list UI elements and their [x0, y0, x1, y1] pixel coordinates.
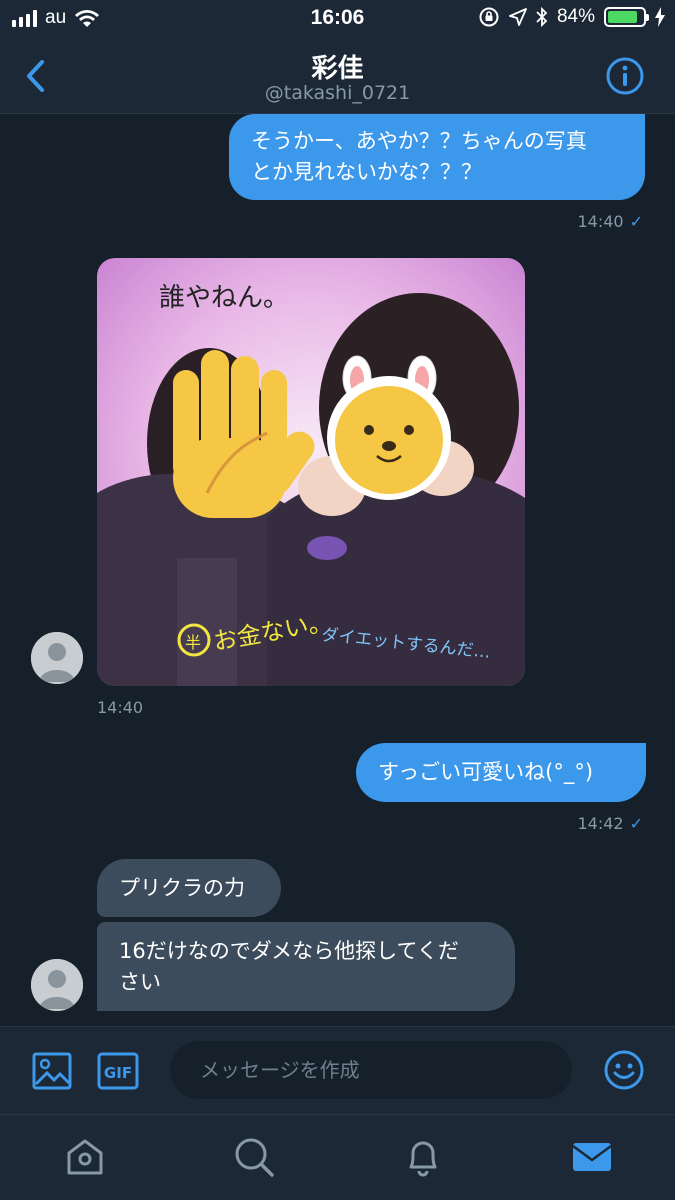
- message-line: さい: [119, 969, 161, 994]
- message-line: とか見れないかな？？？: [251, 160, 482, 184]
- tab-home[interactable]: [63, 1135, 107, 1179]
- incoming-message[interactable]: プリクラの力: [97, 859, 281, 917]
- image-button[interactable]: [32, 1051, 72, 1091]
- tab-notifications[interactable]: [401, 1135, 445, 1179]
- charging-icon: [655, 7, 665, 27]
- purikura-photo: 誰やねん。 半 お金ない。 ダイエットするんだ…: [97, 258, 525, 686]
- message-timestamp: 14:42 ✓: [577, 814, 643, 833]
- status-bar: au 16:06 84%: [0, 0, 675, 38]
- info-button[interactable]: [605, 56, 645, 96]
- gif-label: GIF: [104, 1064, 132, 1082]
- emoji-button[interactable]: [603, 1049, 645, 1091]
- photo-caption-circle: 半: [185, 633, 201, 652]
- outgoing-message[interactable]: すっごい可愛いね(°_°): [356, 743, 646, 802]
- timestamp-text: 14:40: [577, 212, 624, 231]
- incoming-message[interactable]: 16だけなのでダメなら他探してくだ さい: [97, 922, 515, 1011]
- read-check-icon: ✓: [629, 212, 643, 231]
- gif-icon: GIF: [97, 1052, 139, 1090]
- image-icon: [32, 1052, 72, 1090]
- read-check-icon: ✓: [629, 814, 643, 833]
- avatar[interactable]: [31, 632, 83, 684]
- mail-icon: [572, 1143, 612, 1171]
- message-timestamp: 14:40 ✓: [577, 212, 643, 231]
- message-line: すっごい可愛いね(°_°): [378, 760, 594, 784]
- default-avatar-icon: [31, 959, 83, 1011]
- tab-messages[interactable]: [570, 1135, 614, 1179]
- avatar[interactable]: [31, 959, 83, 1011]
- message-composer: GIF: [0, 1026, 675, 1114]
- bear-face-sticker: [327, 355, 451, 500]
- bell-icon: [409, 1141, 437, 1177]
- home-icon: [67, 1139, 103, 1175]
- battery-percent: 84%: [556, 6, 595, 27]
- gif-button[interactable]: GIF: [97, 1051, 139, 1091]
- tab-bar: [0, 1114, 675, 1200]
- conversation-header: 彩佳 @takashi_0721: [0, 38, 675, 114]
- default-avatar-icon: [31, 632, 83, 684]
- timestamp-text: 14:42: [577, 814, 624, 833]
- location-icon: [509, 8, 527, 26]
- conversation-title: 彩佳: [311, 54, 364, 84]
- tab-search[interactable]: [232, 1135, 276, 1179]
- rotation-lock-icon: [479, 7, 499, 27]
- search-icon: [235, 1138, 274, 1177]
- message-line: そうかー、あやか？？ちゃんの写真: [251, 129, 587, 153]
- message-input[interactable]: [170, 1041, 572, 1099]
- conversation-handle: @takashi_0721: [264, 82, 411, 104]
- battery-icon: [604, 7, 649, 27]
- bluetooth-icon: [536, 6, 548, 28]
- message-line: プリクラの力: [119, 875, 245, 900]
- status-right: 84%: [478, 6, 665, 28]
- photo-caption-top: 誰やねん。: [159, 283, 289, 313]
- message-timestamp: 14:40: [97, 698, 144, 717]
- info-icon: [606, 57, 644, 95]
- outgoing-message[interactable]: そうかー、あやか？？ちゃんの写真 とか見れないかな？？？: [229, 114, 645, 200]
- shared-image[interactable]: 誰やねん。 半 お金ない。 ダイエットするんだ…: [97, 258, 525, 686]
- smiley-icon: [604, 1050, 644, 1090]
- message-list[interactable]: そうかー、あやか？？ちゃんの写真 とか見れないかな？？？ 14:40 ✓ 誰やね…: [0, 114, 675, 1026]
- message-line: 16だけなのでダメなら他探してくだ: [119, 938, 459, 963]
